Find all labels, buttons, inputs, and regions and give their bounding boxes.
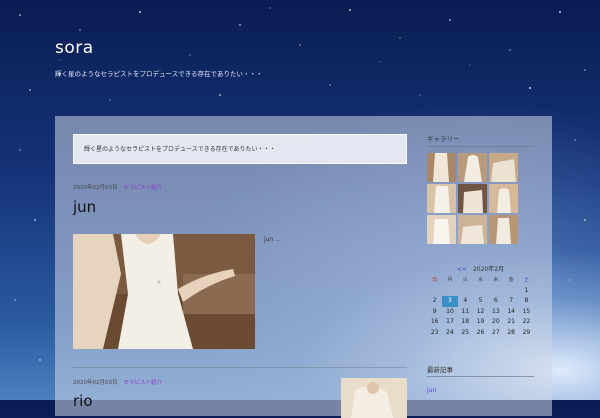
calendar-day: 20 <box>492 318 500 325</box>
calendar-day: 15 <box>522 307 531 315</box>
calendar-empty-cell <box>488 286 503 297</box>
calendar-day: 4 <box>463 297 468 304</box>
post-divider <box>73 367 407 368</box>
calendar-day: 23 <box>430 328 439 336</box>
calendar-day: 5 <box>478 297 483 304</box>
post-thumbnail[interactable] <box>341 378 407 418</box>
calendar-day: 24 <box>446 328 454 336</box>
post-date: 2020年02月03日 <box>73 185 118 191</box>
calendar-weekday: 金 <box>508 277 514 283</box>
post-title[interactable]: rio <box>73 392 93 410</box>
calendar-header: << 2020年2月 <box>427 264 534 275</box>
gallery-thumbnail[interactable] <box>489 215 518 244</box>
calendar-day: 22 <box>522 318 531 325</box>
calendar-day-today[interactable]: 3 <box>442 296 458 307</box>
gallery-widget-title: ギャラリー <box>427 135 460 143</box>
post-meta: 2020年02月03日 セラピスト紹介 <box>73 183 162 191</box>
gallery-thumbnail[interactable] <box>427 215 456 244</box>
content-area: 輝く星のようなセラピストをプロデュースできる存在でありたい・・・ 2020年02… <box>55 116 552 418</box>
calendar-day: 16 <box>430 318 439 325</box>
calendar-weekday: 水 <box>477 277 484 283</box>
calendar-day: 19 <box>476 318 485 325</box>
calendar-month: 2020年2月 <box>472 266 505 273</box>
calendar-widget: << 2020年2月 日月火水木金土 1 2 3 4 5 6 7 8 9 10 11 12 13 14 15 16… <box>427 264 534 338</box>
calendar-day: 13 <box>492 307 500 315</box>
calendar-empty-cell <box>427 286 442 297</box>
calendar-day: 28 <box>507 328 515 336</box>
calendar-day: 6 <box>493 297 498 304</box>
calendar-day: 14 <box>507 307 515 315</box>
calendar-day: 26 <box>476 328 485 336</box>
calendar-day: 2 <box>432 297 437 304</box>
gallery-thumbnail[interactable] <box>427 184 456 213</box>
recent-posts-title: 最新記事 <box>427 366 453 374</box>
gallery-thumbnail[interactable] <box>458 215 487 244</box>
calendar-prev-link[interactable]: << <box>457 266 467 273</box>
calendar-day: 21 <box>507 318 515 325</box>
calendar-grid: 日月火水木金土 1 2 3 4 5 6 7 8 9 10 11 12 13 14 15 16 17 18 19 20 21… <box>427 275 534 338</box>
gallery-thumbnail[interactable] <box>458 184 487 213</box>
calendar-day: 25 <box>461 328 470 336</box>
site-tagline: 輝く星のようなセラピストをプロデュースできる存在でありたい・・・ <box>55 70 263 78</box>
gallery-thumbnail[interactable] <box>458 153 487 182</box>
post-title[interactable]: jun <box>73 198 96 216</box>
calendar-day: 1 <box>524 286 529 294</box>
widget-rule <box>427 146 534 147</box>
calendar-empty-cell <box>503 286 518 297</box>
widget-rule <box>427 376 534 377</box>
post-category-link[interactable]: セラピスト紹介 <box>124 185 163 191</box>
calendar-day: 17 <box>446 318 454 325</box>
post-date: 2020年02月03日 <box>73 380 118 386</box>
calendar-day: 8 <box>524 297 529 304</box>
calendar-weekday: 木 <box>493 277 499 283</box>
recent-post-link[interactable]: jun <box>427 387 436 394</box>
calendar-day: 10 <box>446 307 454 315</box>
post-thumbnail[interactable] <box>73 234 255 349</box>
calendar-weekday: 土 <box>523 277 530 283</box>
post-excerpt: jun ... <box>264 236 281 243</box>
calendar-day: 9 <box>432 307 437 315</box>
calendar-weekday: 日 <box>432 277 438 283</box>
calendar-empty-cell <box>458 286 473 297</box>
gallery-thumbnail[interactable] <box>489 153 518 182</box>
calendar-empty-cell <box>442 286 457 297</box>
calendar-weekday: 月 <box>447 277 453 283</box>
gallery-grid <box>427 153 519 244</box>
post-category-link[interactable]: セラピスト紹介 <box>124 380 163 386</box>
calendar-empty-cell <box>473 286 488 297</box>
gallery-thumbnail[interactable] <box>427 153 456 182</box>
site-title[interactable]: sora <box>55 38 94 58</box>
calendar-day: 29 <box>522 328 531 336</box>
calendar-weekday: 火 <box>462 277 468 283</box>
notice-box: 輝く星のようなセラピストをプロデュースできる存在でありたい・・・ <box>73 134 407 164</box>
post-meta: 2020年02月03日 セラピスト紹介 <box>73 378 162 386</box>
calendar-day: 18 <box>461 318 470 325</box>
calendar-day: 7 <box>509 297 514 304</box>
calendar-day: 12 <box>476 307 485 315</box>
calendar-day: 11 <box>461 307 470 315</box>
calendar-day: 27 <box>492 328 500 336</box>
gallery-thumbnail[interactable] <box>489 184 518 213</box>
